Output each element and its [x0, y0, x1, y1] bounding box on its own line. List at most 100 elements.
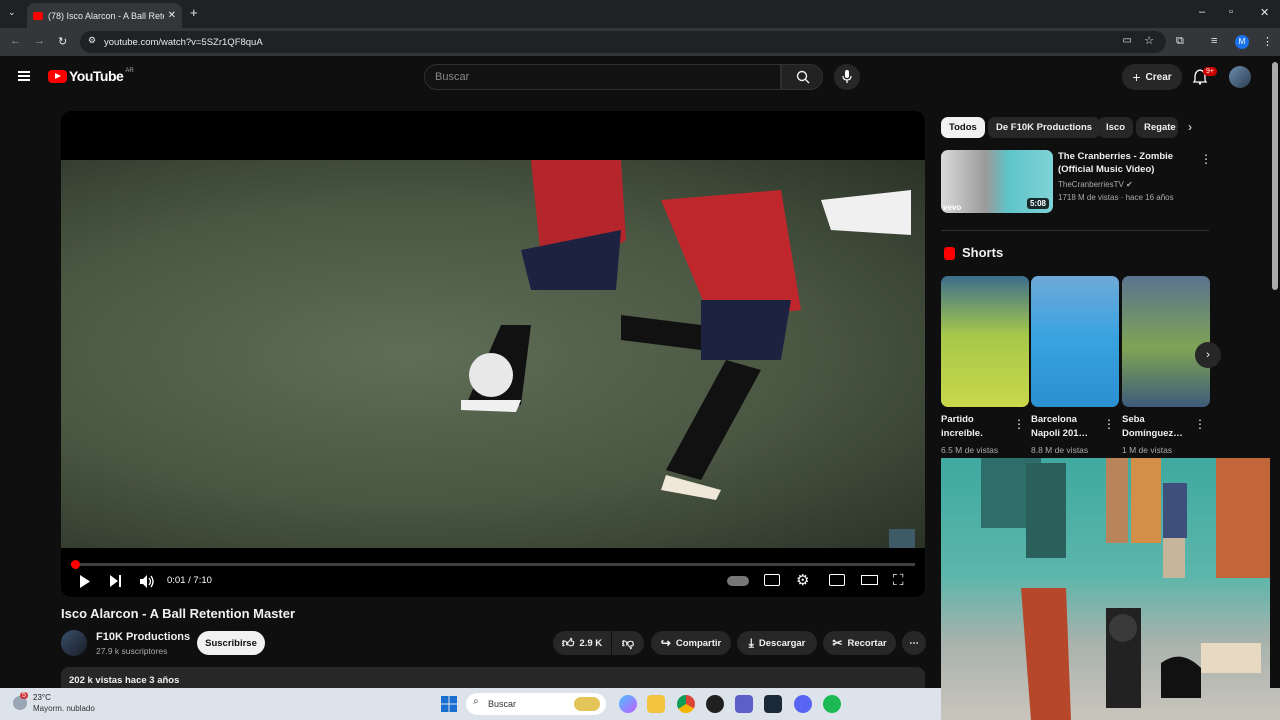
short-more-icon[interactable]: ⋮	[1013, 417, 1025, 431]
tab-list-icon[interactable]: ⌄	[8, 7, 16, 18]
search-button[interactable]	[781, 64, 823, 90]
theater-mode-icon[interactable]	[861, 575, 878, 585]
short-thumbnail[interactable]	[1122, 276, 1210, 407]
progress-scrubber[interactable]	[71, 560, 80, 569]
weather-badge: 5	[20, 692, 28, 699]
browser-tab[interactable]: (78) Isco Alarcon - A Ball Retention Mas…	[27, 3, 182, 28]
short-thumbnail[interactable]	[1031, 276, 1119, 407]
volume-icon[interactable]	[140, 575, 155, 588]
subscriber-count: 27.9 k suscriptores	[96, 646, 168, 656]
recommended-title[interactable]: The Cranberries - Zombie (Official Music…	[1058, 150, 1193, 176]
restore-icon[interactable]: ▫	[1229, 6, 1233, 18]
back-icon[interactable]: ←	[10, 35, 21, 47]
microphone-icon	[842, 70, 852, 83]
progress-bar[interactable]	[71, 560, 915, 569]
taskbar-search[interactable]: ⌕ Buscar	[466, 693, 606, 715]
short-views: 6.5 M de vistas	[941, 445, 999, 455]
cast-icon[interactable]: ▭	[1123, 35, 1132, 46]
site-info-icon[interactable]: ⚙	[88, 35, 96, 46]
youtube-header: YouTube AR Buscar + Crear 9+	[0, 56, 1270, 100]
short-title[interactable]: Seba Domínguez…	[1122, 413, 1194, 441]
autoplay-toggle[interactable]	[727, 576, 749, 586]
chip-regate[interactable]: Regate	[1136, 117, 1178, 138]
recommended-channel[interactable]: TheCranberriesTV ✔	[1058, 180, 1133, 189]
download-button[interactable]: ⤓ Descargar	[737, 631, 817, 655]
weather-text: Mayorm. nublado	[33, 704, 95, 713]
video-player[interactable]: 0:01 / 7:10 ⚙ ⛶	[61, 111, 925, 597]
short-more-icon[interactable]: ⋮	[1194, 417, 1206, 431]
taskbar-search-label: Buscar	[488, 699, 517, 709]
shorts-heading: Shorts	[962, 245, 1004, 260]
youtube-logo[interactable]: YouTube AR	[48, 68, 134, 84]
bookmark-star-icon[interactable]: ☆	[1144, 34, 1154, 47]
teams-icon[interactable]	[735, 695, 753, 713]
video-frame[interactable]	[61, 160, 925, 555]
subtitles-icon[interactable]	[764, 574, 780, 586]
create-button[interactable]: + Crear	[1122, 64, 1182, 90]
more-actions-button[interactable]: ⋯	[902, 631, 926, 655]
channel-avatar[interactable]	[61, 630, 87, 656]
recommended-thumbnail[interactable]: vevo 5:08	[941, 150, 1053, 213]
short-thumbnail[interactable]	[941, 276, 1029, 407]
search-icon	[796, 70, 810, 84]
reading-list-icon[interactable]: ≡	[1211, 35, 1217, 47]
account-avatar[interactable]	[1229, 66, 1251, 88]
short-title[interactable]: Barcelona Napoli 201…	[1031, 413, 1103, 441]
chip-todos[interactable]: Todos	[941, 117, 985, 138]
steam-icon[interactable]	[764, 695, 782, 713]
dislike-button[interactable]: 👎︎	[612, 631, 644, 655]
menu-icon[interactable]	[18, 71, 30, 81]
sidebar-divider	[941, 230, 1209, 231]
chips-next-icon[interactable]: ›	[1188, 120, 1192, 134]
shorts-next-button[interactable]: ›	[1195, 342, 1221, 368]
chrome-icon[interactable]	[677, 695, 695, 713]
settings-gear-icon[interactable]: ⚙	[796, 571, 809, 589]
video-duration: 5:08	[1026, 198, 1049, 209]
share-button[interactable]: ↪ Compartir	[651, 631, 731, 655]
browser-menu-icon[interactable]: ⋮	[1262, 35, 1273, 48]
channel-name[interactable]: F10K Productions	[96, 631, 190, 643]
short-views: 8.8 M de vistas	[1031, 445, 1089, 455]
next-video-icon[interactable]	[110, 575, 122, 587]
close-window-icon[interactable]: ✕	[1260, 6, 1269, 19]
voice-search-button[interactable]	[834, 64, 860, 90]
download-icon: ⤓	[748, 635, 754, 650]
create-label: Crear	[1145, 71, 1172, 83]
windows-taskbar: 5 23°C Mayorm. nublado ⌕ Buscar	[0, 688, 941, 720]
forward-icon[interactable]: →	[34, 35, 45, 47]
reload-icon[interactable]: ↻	[58, 35, 67, 48]
chip-isco[interactable]: Isco	[1098, 117, 1134, 138]
recommended-more-icon[interactable]: ⋮	[1200, 152, 1212, 166]
short-more-icon[interactable]: ⋮	[1103, 417, 1115, 431]
miniplayer-icon[interactable]	[829, 574, 845, 586]
spotify-icon[interactable]	[823, 695, 841, 713]
play-icon[interactable]	[79, 575, 91, 588]
discord-icon[interactable]	[794, 695, 812, 713]
subscribe-button[interactable]: Suscribirse	[197, 631, 265, 655]
short-title[interactable]: Partido increíble.	[941, 413, 1013, 441]
close-tab-icon[interactable]: ✕	[168, 10, 176, 21]
windows-start-icon[interactable]	[441, 696, 457, 712]
chatgpt-icon[interactable]	[706, 695, 724, 713]
clip-button[interactable]: ✂ Recortar	[823, 631, 896, 655]
browser-tab-bar: ⌄ (78) Isco Alarcon - A Ball Retention M…	[0, 0, 1280, 28]
extensions-icon[interactable]: ⧉	[1176, 35, 1184, 48]
more-horizontal-icon: ⋯	[909, 637, 919, 649]
shorts-icon	[944, 247, 955, 260]
chip-channel[interactable]: De F10K Productions	[988, 117, 1101, 138]
url-field[interactable]: ⚙ youtube.com/watch?v=5SZr1QF8quA ▭ ☆	[80, 31, 1166, 53]
youtube-play-icon	[48, 69, 67, 83]
minimize-icon[interactable]: –	[1199, 6, 1205, 18]
like-count: 2.9 K	[579, 637, 603, 649]
file-explorer-icon[interactable]	[647, 695, 665, 713]
search-input[interactable]: Buscar	[424, 64, 781, 90]
short-views: 1 M de vistas	[1122, 445, 1173, 455]
verified-icon: ✔	[1126, 180, 1133, 189]
like-button[interactable]: 👍︎ 2.9 K	[553, 631, 611, 655]
profile-avatar-icon[interactable]: M	[1235, 35, 1249, 49]
scrollbar-thumb[interactable]	[1272, 62, 1278, 290]
page-scrollbar[interactable]	[1270, 56, 1280, 688]
copilot-icon[interactable]	[619, 695, 637, 713]
fullscreen-icon[interactable]: ⛶	[893, 572, 904, 589]
new-tab-icon[interactable]: +	[190, 5, 198, 20]
